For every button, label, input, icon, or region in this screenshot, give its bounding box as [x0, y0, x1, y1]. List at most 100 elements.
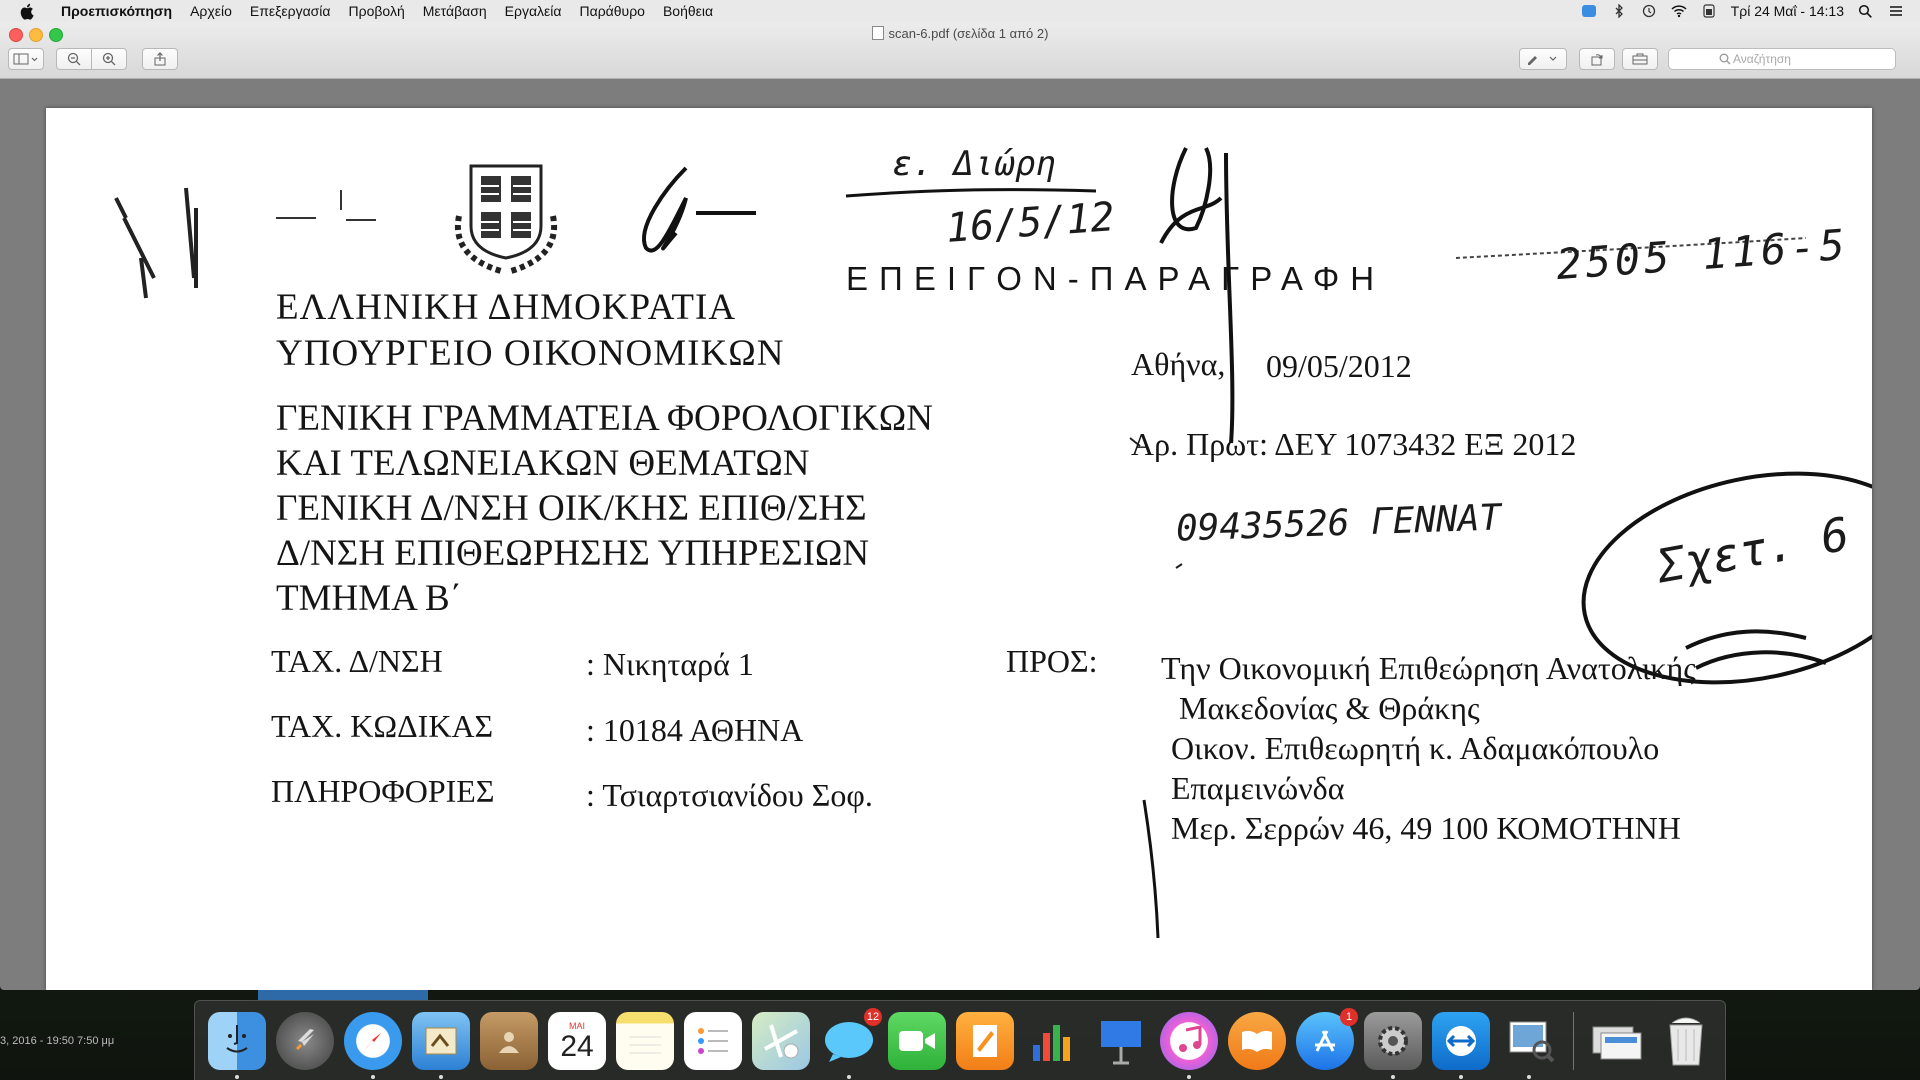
dock-finder[interactable] — [208, 1011, 266, 1079]
menu-tools[interactable]: Εργαλεία — [496, 0, 571, 22]
menu-file[interactable]: Αρχείο — [181, 0, 241, 22]
dept-line-2: ΚΑΙ ΤΕΛΩΝΕΙΑΚΩΝ ΘΕΜΑΤΩΝ — [276, 443, 810, 484]
field-label-address: ΤΑΧ. Δ/ΝΣΗ — [271, 643, 443, 679]
dock-maps[interactable] — [752, 1011, 810, 1070]
pdf-document-icon — [871, 26, 884, 40]
dock-safari[interactable] — [344, 1011, 402, 1079]
spotlight-icon[interactable] — [1858, 4, 1874, 18]
mail-stamp-icon — [425, 1027, 457, 1054]
field-label-info: ΠΛΗΡΟΦΟΡΙΕΣ — [271, 773, 495, 809]
finder-icon — [226, 1024, 248, 1052]
book-icon — [1242, 1030, 1272, 1052]
menu-go[interactable]: Μετάβαση — [414, 0, 496, 22]
field-value-info: : Τσιαρτσιανίδου Σοφ. — [586, 777, 873, 813]
gear-icon — [1378, 1025, 1408, 1056]
dock-teamviewer[interactable] — [1432, 1011, 1490, 1079]
share-button[interactable] — [142, 48, 178, 70]
menu-help[interactable]: Βοήθεια — [654, 0, 722, 22]
background-window-edge — [258, 990, 428, 1000]
date-value: 09/05/2012 — [1266, 348, 1412, 384]
field-label-postcode: ΤΑΧ. ΚΩΔΙΚΑΣ — [271, 708, 494, 744]
toolbox-button[interactable] — [1622, 48, 1658, 70]
recipient-line-2: Μακεδονίας & Θράκης — [1179, 690, 1480, 726]
dock-appstore[interactable]: 1 — [1296, 1007, 1358, 1070]
field-value-postcode: : 10184 ΑΘΗΝΑ — [586, 712, 804, 748]
dock-pages[interactable] — [956, 1011, 1014, 1070]
battery-icon[interactable] — [1701, 4, 1717, 18]
dock-trash[interactable] — [1657, 1012, 1715, 1070]
dock-launchpad[interactable] — [276, 1011, 334, 1070]
video-camera-icon — [899, 1030, 935, 1051]
running-indicator — [1527, 1074, 1531, 1079]
dock-numbers[interactable] — [1024, 1012, 1082, 1070]
recipient-line-1: Την Οικονομική Επιθεώρηση Ανατολικής — [1161, 650, 1696, 686]
dock-reminders[interactable] — [684, 1011, 742, 1070]
teamviewer-icon — [1446, 1025, 1476, 1056]
zoom-out-button[interactable] — [56, 48, 92, 70]
calendar-month: ΜΑΙ — [568, 1020, 585, 1031]
music-note-icon — [1179, 1025, 1202, 1052]
date-label: Αθήνα, — [1131, 346, 1226, 382]
dock-keynote[interactable] — [1092, 1012, 1150, 1070]
menu-view[interactable]: Προβολή — [340, 0, 414, 22]
to-label: ΠΡΟΣ: — [1006, 643, 1098, 679]
header-republic: ΕΛΛΗΝΙΚΗ ΔΗΜΟΚΡΑΤΙΑ — [276, 287, 737, 328]
bluetooth-icon[interactable] — [1611, 3, 1627, 19]
running-indicator — [1459, 1074, 1463, 1079]
messages-badge: 12 — [864, 1007, 882, 1026]
preview-window: scan-6.pdf (σελίδα 1 από 2) Αναζήτηση ε.… — [0, 22, 1920, 990]
pdf-page[interactable]: ε. Διώρη 16/5/12 2505 116-5 ΕΠΕΙΓΟΝ-ΠΑΡΑ… — [46, 108, 1872, 990]
sidebar-view-button[interactable] — [8, 48, 44, 70]
notification-center-icon[interactable] — [1888, 4, 1904, 18]
dock-contacts[interactable] — [480, 1011, 538, 1070]
dock-separator — [1573, 1011, 1574, 1070]
running-indicator — [371, 1074, 375, 1079]
trash-icon — [1669, 1017, 1703, 1065]
compass-icon — [365, 1032, 381, 1049]
zoom-in-button[interactable] — [91, 48, 127, 70]
window-title-container: scan-6.pdf (σελίδα 1 από 2) — [0, 26, 1920, 41]
dock-itunes[interactable] — [1160, 1011, 1218, 1079]
dock-mail[interactable] — [412, 1011, 470, 1079]
menu-edit[interactable]: Επεξεργασία — [241, 0, 340, 22]
menu-clock[interactable]: Τρί 24 Μαΐ - 14:13 — [1731, 3, 1844, 19]
skype-status-icon[interactable] — [1581, 4, 1597, 18]
running-indicator — [847, 1074, 851, 1079]
dock: ΜΑΙ 24 12 1 — [194, 1000, 1726, 1080]
wifi-icon[interactable] — [1671, 4, 1687, 18]
recipient-line-4: Επαμεινώνδα — [1171, 770, 1345, 806]
dock-ibooks[interactable] — [1228, 1011, 1286, 1070]
pages-icon — [973, 1024, 997, 1057]
apple-menu-icon[interactable] — [18, 2, 36, 20]
dept-line-1: ΓΕΝΙΚΗ ΓΡΑΜΜΑΤΕΙΑ ΦΟΡΟΛΟΓΙΚΩΝ — [276, 398, 933, 439]
menu-bar: Προεπισκόπηση Αρχείο Επεξεργασία Προβολή… — [0, 0, 1920, 23]
dock-messages[interactable]: 12 — [820, 1007, 882, 1079]
rotate-button[interactable] — [1579, 48, 1615, 70]
search-field[interactable] — [1668, 48, 1896, 70]
dept-line-5: ΤΜΗΜΑ Β΄ — [276, 578, 463, 619]
dock-preview[interactable] — [1500, 1012, 1558, 1079]
search-input[interactable] — [1731, 51, 1845, 67]
notes-icon — [629, 1036, 661, 1053]
dock-system-preferences[interactable] — [1364, 1011, 1422, 1079]
time-machine-icon[interactable] — [1641, 4, 1657, 18]
dock-notes[interactable] — [616, 1011, 674, 1070]
dock-facetime[interactable] — [888, 1011, 946, 1070]
dept-line-3: ΓΕΝΙΚΗ Δ/ΝΣΗ ΟΙΚ/ΚΗΣ ΕΠΙΘ/ΣΗΣ — [276, 488, 867, 529]
bar-chart-icon — [1033, 1024, 1070, 1061]
menu-window[interactable]: Παράθυρο — [570, 0, 653, 22]
dock-calendar[interactable]: ΜΑΙ 24 — [548, 1011, 606, 1070]
markup-pen-button[interactable] — [1519, 48, 1567, 70]
window-title: scan-6.pdf (σελίδα 1 από 2) — [888, 26, 1049, 41]
running-indicator — [1391, 1074, 1395, 1079]
preview-icon — [1509, 1021, 1554, 1062]
stamp-urgent: ΕΠΕΙΓΟΝ-ΠΑΡΑΓΡΑΦΗ — [846, 260, 1386, 297]
recipient-line-3: Οικον. Επιθεωρητή κ. Αδαμακόπουλο — [1171, 730, 1660, 766]
field-value-address: : Νικηταρά 1 — [586, 646, 754, 682]
running-indicator — [439, 1074, 443, 1079]
menu-app-name[interactable]: Προεπισκόπηση — [52, 0, 181, 22]
header-ministry: ΥΠΟΥΡΓΕΙΟ ΟΙΚΟΝΟΜΙΚΩΝ — [276, 333, 785, 374]
contacts-icon — [499, 1031, 519, 1053]
dock-downloads-stack[interactable] — [1589, 1012, 1647, 1070]
recipient-line-5: Μερ. Σερρών 46, 49 100 ΚΟΜΟΤΗΝΗ — [1171, 810, 1681, 846]
